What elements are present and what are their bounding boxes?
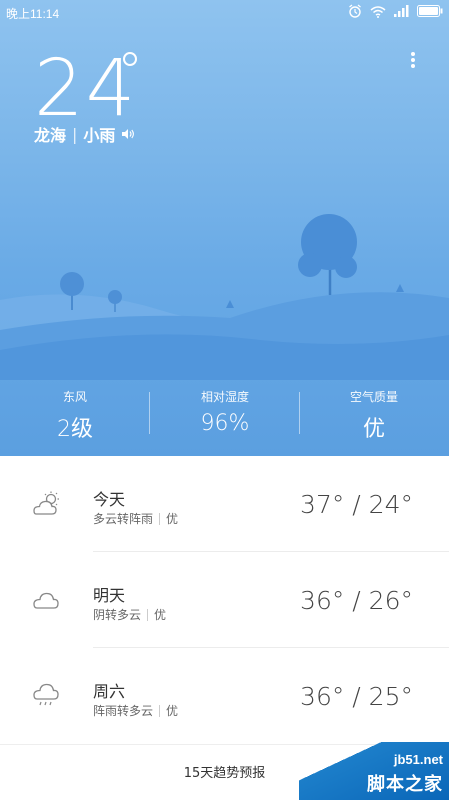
forecast-description: 多云转阵雨 优 bbox=[93, 510, 178, 527]
more-dot-icon bbox=[411, 52, 415, 56]
forecast-row-tomorrow[interactable]: 明天 阴转多云 优 36° / 26° bbox=[0, 552, 449, 648]
wifi-icon bbox=[370, 5, 386, 18]
weather-stats: 东风 2级 相对湿度 96% 空气质量 优 bbox=[0, 380, 449, 450]
battery-icon bbox=[417, 5, 443, 17]
humidity-stat[interactable]: 相对湿度 96% bbox=[150, 388, 300, 436]
forecast-temperature-range: 36° / 25° bbox=[300, 682, 413, 711]
forecast-aqi: 优 bbox=[166, 512, 179, 526]
forecast-condition: 阵雨转多云 bbox=[93, 704, 154, 718]
weather-hero: 晚上11:14 24 龙海 | 小雨 东风 2级 相对湿度 96% 空气质量 优 bbox=[0, 0, 449, 456]
forecast-temperature-range: 37° / 24° bbox=[300, 490, 413, 519]
forecast-description: 阴转多云 优 bbox=[93, 606, 166, 623]
forecast-row-saturday[interactable]: 周六 阵雨转多云 优 36° / 25° bbox=[0, 648, 449, 744]
forecast-temperature-range: 36° / 26° bbox=[300, 586, 413, 615]
forecast-aqi: 优 bbox=[166, 704, 179, 718]
location-separator: | bbox=[72, 124, 78, 144]
wind-label: 东风 bbox=[62, 390, 87, 404]
watermark-name: 脚本之家 bbox=[367, 774, 443, 795]
speaker-icon[interactable] bbox=[121, 128, 135, 140]
more-options-button[interactable] bbox=[405, 50, 421, 72]
forecast-day-name: 明天 bbox=[93, 586, 126, 605]
location-line[interactable]: 龙海 | 小雨 bbox=[34, 122, 135, 146]
current-temperature: 24 bbox=[34, 44, 138, 134]
more-dot-icon bbox=[411, 64, 415, 68]
watermark-url: jb51.net bbox=[393, 752, 443, 767]
cloud-icon bbox=[33, 592, 59, 609]
alarm-icon bbox=[349, 4, 361, 18]
wind-stat[interactable]: 东风 2级 bbox=[0, 388, 150, 443]
forecast-description: 阵雨转多云 优 bbox=[93, 702, 178, 719]
desc-divider bbox=[159, 512, 161, 525]
air-quality-value: 优 bbox=[362, 417, 385, 442]
air-quality-stat[interactable]: 空气质量 优 bbox=[299, 388, 449, 443]
status-bar: 晚上11:14 bbox=[0, 0, 449, 26]
forecast-row-today[interactable]: 今天 多云转阵雨 优 37° / 24° bbox=[0, 456, 449, 552]
forecast-day-name: 今天 bbox=[93, 490, 126, 509]
more-dot-icon bbox=[411, 58, 415, 62]
humidity-value: 96% bbox=[200, 411, 250, 436]
rain-cloud-icon bbox=[33, 683, 59, 706]
forecast-day-name: 周六 bbox=[93, 682, 126, 701]
forecast-aqi: 优 bbox=[154, 608, 167, 622]
desc-divider bbox=[147, 608, 149, 621]
desc-divider bbox=[159, 704, 161, 717]
forecast-condition: 多云转阵雨 bbox=[93, 512, 154, 526]
landscape-illustration bbox=[0, 214, 449, 380]
status-time: 晚上11:14 bbox=[6, 7, 60, 21]
partly-cloudy-icon bbox=[33, 491, 59, 515]
air-quality-label: 空气质量 bbox=[349, 390, 398, 404]
degree-symbol bbox=[123, 52, 137, 66]
forecast-condition: 阴转多云 bbox=[93, 608, 142, 622]
location-name: 龙海 bbox=[34, 126, 67, 145]
wind-value: 2级 bbox=[57, 417, 93, 442]
current-condition: 小雨 bbox=[83, 126, 116, 145]
signal-icon bbox=[394, 5, 409, 17]
humidity-label: 相对湿度 bbox=[200, 390, 249, 404]
daily-forecast-list: 今天 多云转阵雨 优 37° / 24° 明天 阴转多云 优 36° / 26°… bbox=[0, 456, 449, 744]
site-watermark: jb51.net 脚本之家 bbox=[299, 742, 449, 800]
